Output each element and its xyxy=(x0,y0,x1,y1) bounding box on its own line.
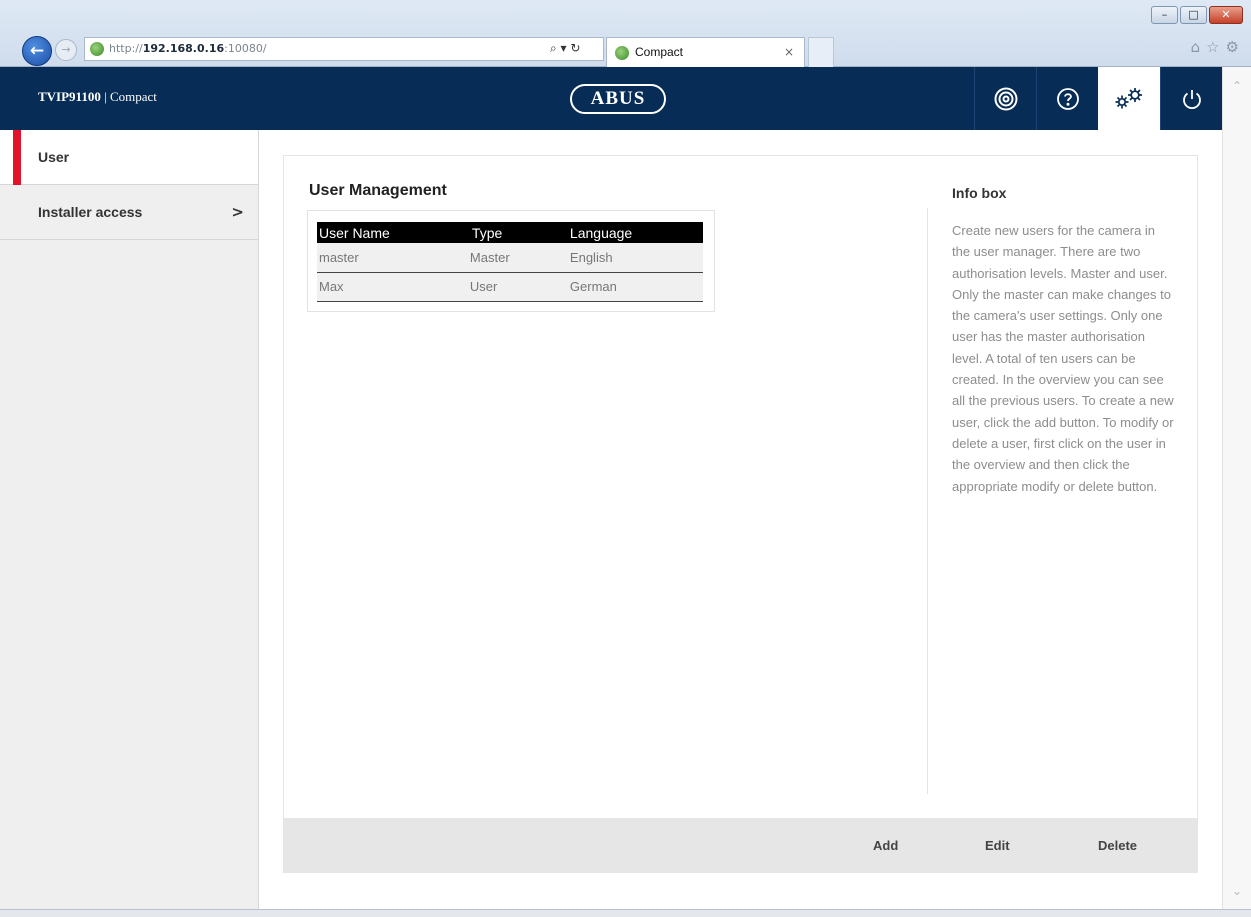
sidebar-item-installer-access[interactable]: Installer access > xyxy=(0,185,258,240)
close-icon: ✕ xyxy=(1221,8,1231,21)
tab-title: Compact xyxy=(635,45,684,59)
column-header-language[interactable]: Language xyxy=(567,222,703,243)
search-refresh-icon[interactable]: ⌕ ▾ ↻ xyxy=(550,41,580,55)
back-arrow-icon: ← xyxy=(29,41,45,61)
sidebar: User Installer access > xyxy=(0,130,259,909)
url-suffix: :10080/ xyxy=(224,42,267,55)
browser-toolbar-icons: ⌂ ☆ ⚙ xyxy=(1191,38,1239,56)
app-header: TVIP91100 | Compact ABUS xyxy=(0,67,1222,130)
info-divider xyxy=(927,208,928,794)
column-header-user-name[interactable]: User Name xyxy=(317,222,470,243)
main-panel: User Management User Name Type Language … xyxy=(283,155,1198,873)
forward-button[interactable]: → xyxy=(55,39,77,61)
url-host: 192.168.0.16 xyxy=(142,42,225,55)
close-window-button[interactable]: ✕ xyxy=(1209,6,1243,24)
window-bottom-edge xyxy=(0,909,1251,917)
cell-type: Master xyxy=(469,243,568,273)
tab-close-icon[interactable]: × xyxy=(784,38,794,66)
address-bar[interactable]: http://192.168.0.16:10080/ xyxy=(84,37,604,61)
help-button[interactable] xyxy=(1036,67,1098,130)
help-icon xyxy=(1056,87,1079,110)
gear-icon[interactable]: ⚙ xyxy=(1226,38,1239,56)
chevron-right-icon: > xyxy=(231,203,244,221)
action-bar: Add Edit Delete xyxy=(284,818,1197,873)
scroll-down-icon[interactable]: ⌄ xyxy=(1223,884,1251,898)
delete-button[interactable]: Delete xyxy=(1098,818,1137,873)
cell-user-name: master xyxy=(317,243,470,273)
table-row[interactable]: Max User German xyxy=(317,272,703,302)
home-icon[interactable]: ⌂ xyxy=(1191,38,1201,56)
browser-titlebar: – □ ✕ ← → http://192.168.0.16:10080/ ⌕ ▾… xyxy=(0,0,1251,67)
star-icon[interactable]: ☆ xyxy=(1206,38,1219,56)
minimize-button[interactable]: – xyxy=(1151,6,1178,24)
live-view-button[interactable] xyxy=(974,67,1036,130)
window-controls: – □ ✕ xyxy=(1149,6,1243,24)
add-button[interactable]: Add xyxy=(873,818,898,873)
section-title: User Management xyxy=(309,182,447,199)
back-button[interactable]: ← xyxy=(22,36,52,66)
site-favicon-icon xyxy=(90,42,104,56)
table-header-row: User Name Type Language xyxy=(317,222,703,243)
cell-user-name: Max xyxy=(317,272,470,302)
page-scrollbar[interactable]: ⌃ ⌄ xyxy=(1222,67,1251,910)
title-separator: | xyxy=(104,89,107,104)
address-tools[interactable]: ⌕ ▾ ↻ xyxy=(550,37,580,59)
browser-tab[interactable]: Compact × xyxy=(606,37,805,67)
sidebar-item-user[interactable]: User xyxy=(0,130,258,185)
url-prefix: http:// xyxy=(109,42,143,55)
sidebar-item-label: Installer access xyxy=(38,204,143,220)
app-title: TVIP91100 | Compact xyxy=(38,89,157,105)
user-table: User Name Type Language master Master En… xyxy=(317,222,703,302)
abus-logo: ABUS xyxy=(570,84,666,114)
minimize-icon: – xyxy=(1161,8,1168,21)
column-header-type[interactable]: Type xyxy=(469,222,568,243)
table-row[interactable]: master Master English xyxy=(317,243,703,273)
edit-button[interactable]: Edit xyxy=(985,818,1010,873)
device-model: TVIP91100 xyxy=(38,89,101,104)
power-icon xyxy=(1182,89,1201,109)
info-box-text: Create new users for the camera in the u… xyxy=(952,223,1174,494)
camera-live-icon xyxy=(994,87,1017,110)
product-name: Compact xyxy=(109,89,157,104)
info-box-title: Info box xyxy=(952,185,1007,201)
user-table-container: User Name Type Language master Master En… xyxy=(307,210,715,312)
maximize-button[interactable]: □ xyxy=(1180,6,1207,24)
cell-language: German xyxy=(567,272,703,302)
settings-gears-icon xyxy=(1115,87,1142,108)
forward-arrow-icon: → xyxy=(61,43,71,56)
maximize-icon: □ xyxy=(1188,8,1199,21)
sidebar-item-label: User xyxy=(38,149,70,165)
new-tab-button[interactable] xyxy=(808,37,834,67)
tab-favicon-icon xyxy=(615,46,629,60)
logout-button[interactable] xyxy=(1160,67,1222,130)
cell-language: English xyxy=(567,243,703,273)
scroll-up-icon[interactable]: ⌃ xyxy=(1223,79,1251,93)
cell-type: User xyxy=(469,272,568,302)
settings-button[interactable] xyxy=(1098,67,1160,130)
